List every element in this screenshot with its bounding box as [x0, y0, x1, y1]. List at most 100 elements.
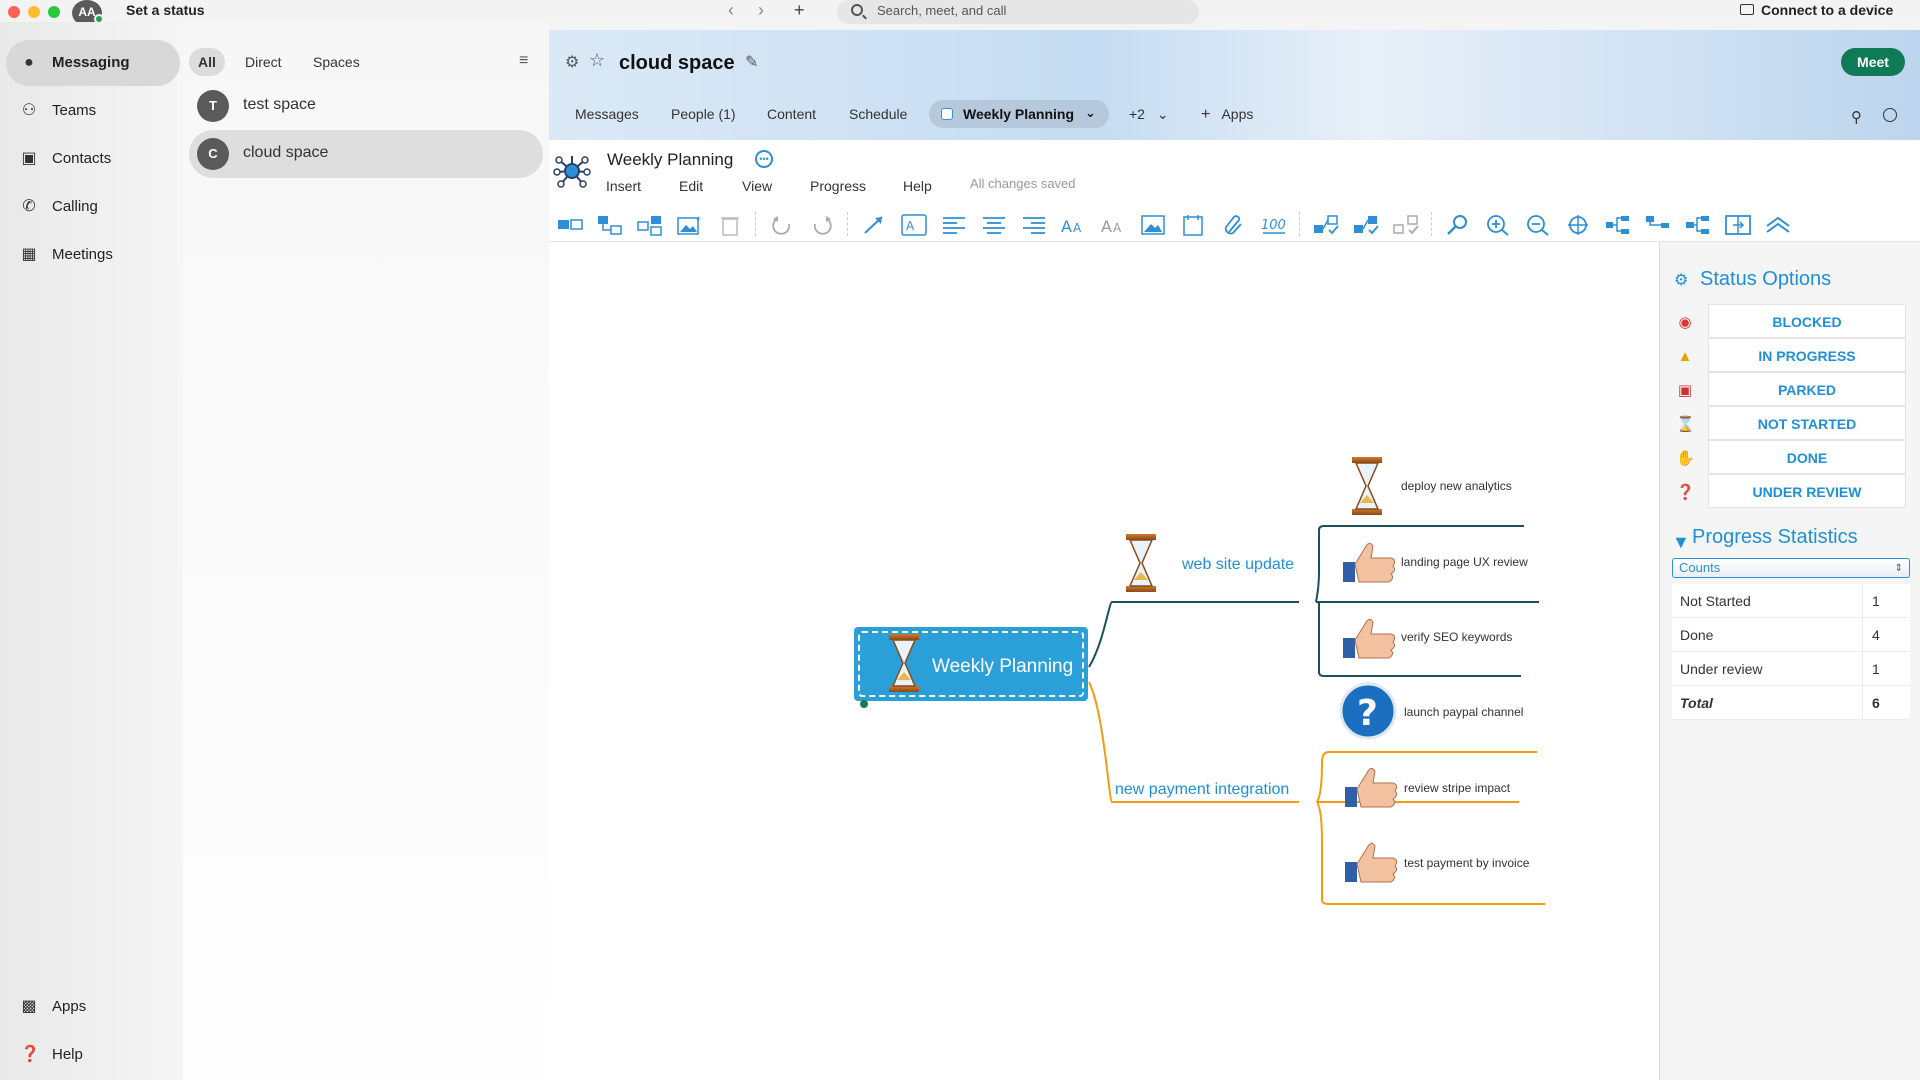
- menu-progress[interactable]: Progress: [810, 178, 866, 194]
- calendar-icon: ▦: [21, 246, 37, 263]
- tab-people[interactable]: People (1): [671, 100, 736, 128]
- question-icon: ?: [1339, 682, 1397, 740]
- task-status-icon[interactable]: [1353, 214, 1379, 236]
- filter-icon[interactable]: ≡: [519, 52, 528, 70]
- collaboration-badge-icon[interactable]: •••: [755, 150, 773, 168]
- zoom-out-icon[interactable]: [1525, 214, 1551, 236]
- search-chat-icon[interactable]: [1883, 108, 1897, 122]
- status-done-button[interactable]: DONE: [1708, 440, 1906, 474]
- nav-item-meetings[interactable]: ▦ Meetings: [6, 232, 180, 278]
- new-plus-icon[interactable]: +: [794, 0, 805, 21]
- stat-row-total: Total 6: [1672, 686, 1910, 720]
- tab-content[interactable]: Content: [767, 100, 816, 128]
- align-center-icon[interactable]: [981, 214, 1007, 236]
- pin-icon[interactable]: ⚲: [1851, 108, 1862, 126]
- help-icon: ❓: [20, 1046, 40, 1063]
- thumbs-up-icon: [1343, 618, 1396, 659]
- connector-icon[interactable]: [861, 214, 887, 236]
- task-assign-icon[interactable]: [1313, 214, 1339, 236]
- status-under-review-button[interactable]: UNDER REVIEW: [1708, 474, 1906, 508]
- star-icon[interactable]: ☆: [589, 50, 605, 71]
- status-in-progress-button[interactable]: IN PROGRESS: [1708, 338, 1906, 372]
- zoom-in-icon[interactable]: [1485, 214, 1511, 236]
- space-item-test[interactable]: T test space: [189, 82, 543, 130]
- maximize-window-button[interactable]: [48, 6, 60, 18]
- mindmap-canvas[interactable]: Weekly Planning web site update new paym…: [549, 242, 1659, 1080]
- link-icon[interactable]: [1221, 214, 1247, 236]
- add-topic-icon[interactable]: [557, 214, 583, 236]
- stat-row: Under review 1: [1672, 652, 1910, 686]
- fit-screen-icon[interactable]: [1725, 214, 1751, 236]
- space-list-panel: All Direct Spaces ≡ T test space C cloud…: [183, 22, 549, 1080]
- center-map-icon[interactable]: [1565, 214, 1591, 236]
- progress-100-icon[interactable]: 100: [1261, 214, 1287, 236]
- status-options-panel: ⚙ Status Options ◉ BLOCKED ▲ IN PROGRESS…: [1659, 242, 1920, 1080]
- redo-icon[interactable]: [809, 214, 835, 236]
- stat-label: Not Started: [1680, 593, 1751, 609]
- search-input[interactable]: Search, meet, and call: [837, 0, 1199, 24]
- svg-text:A: A: [1101, 217, 1112, 236]
- status-options-icon: ⚙: [1674, 272, 1689, 289]
- tab-apps-label: Apps: [1221, 106, 1254, 122]
- forward-arrow-icon[interactable]: ›: [758, 0, 764, 21]
- back-arrow-icon[interactable]: ‹: [728, 0, 734, 21]
- device-icon: [1740, 4, 1754, 15]
- tab-apps[interactable]: + Apps: [1201, 100, 1253, 128]
- background-image-icon[interactable]: [1141, 214, 1167, 236]
- select-arrows-icon: ⇕: [1894, 563, 1903, 574]
- status-parked-button[interactable]: PARKED: [1708, 372, 1906, 406]
- filter-spaces[interactable]: Spaces: [313, 48, 360, 76]
- text-style-icon[interactable]: A: [901, 214, 927, 236]
- layout-right-icon[interactable]: [1685, 214, 1711, 236]
- nav-item-teams[interactable]: ⚇ Teams: [6, 88, 180, 134]
- hourglass-icon: [1352, 457, 1382, 515]
- menu-help[interactable]: Help: [903, 178, 932, 194]
- find-icon[interactable]: [1445, 214, 1471, 236]
- close-window-button[interactable]: [8, 6, 20, 18]
- layout-org-icon[interactable]: [1645, 214, 1671, 236]
- avatar: C: [197, 138, 229, 170]
- filter-direct[interactable]: Direct: [245, 48, 282, 76]
- app-icon: [941, 108, 953, 120]
- menu-insert[interactable]: Insert: [606, 178, 641, 194]
- stat-label: Under review: [1680, 661, 1763, 677]
- meet-button[interactable]: Meet: [1841, 48, 1905, 76]
- gear-icon[interactable]: ⚙: [565, 52, 579, 72]
- add-subtopic-icon[interactable]: [597, 214, 623, 236]
- insert-image-icon[interactable]: +: [677, 214, 703, 236]
- task-clear-icon[interactable]: [1393, 214, 1419, 236]
- nav-item-help[interactable]: ❓ Help: [6, 1032, 180, 1078]
- edit-pencil-icon[interactable]: ✎: [745, 52, 758, 72]
- set-status-link[interactable]: Set a status: [126, 2, 205, 18]
- nav-item-apps[interactable]: ▩ Apps: [6, 984, 180, 1030]
- tab-schedule[interactable]: Schedule: [849, 100, 907, 128]
- nav-item-contacts[interactable]: ▣ Contacts: [6, 136, 180, 182]
- tab-more[interactable]: +2 ⌄: [1129, 100, 1169, 128]
- collapse-up-icon[interactable]: [1765, 214, 1791, 236]
- space-item-cloud[interactable]: C cloud space: [189, 130, 543, 178]
- menu-view[interactable]: View: [742, 178, 772, 194]
- connector-web-site-update: [1088, 601, 1299, 668]
- progress-statistics-title: Progress Statistics: [1692, 526, 1858, 548]
- status-blocked-button[interactable]: BLOCKED: [1708, 304, 1906, 338]
- menu-edit[interactable]: Edit: [679, 178, 703, 194]
- align-right-icon[interactable]: [1021, 214, 1047, 236]
- align-left-icon[interactable]: [941, 214, 967, 236]
- counts-select[interactable]: Counts ⇕: [1672, 558, 1910, 578]
- nav-item-messaging[interactable]: ● Messaging: [6, 40, 180, 86]
- svg-text:A: A: [1113, 221, 1122, 235]
- tab-weekly-planning[interactable]: Weekly Planning ⌄: [929, 100, 1109, 128]
- filter-all[interactable]: All: [189, 48, 225, 76]
- tab-messages[interactable]: Messages: [575, 100, 639, 128]
- minimize-window-button[interactable]: [28, 6, 40, 18]
- add-parent-icon[interactable]: [637, 214, 663, 236]
- font-size-increase-icon[interactable]: AA: [1061, 214, 1087, 236]
- nav-item-calling[interactable]: ✆ Calling: [6, 184, 180, 230]
- notes-icon[interactable]: [1181, 214, 1207, 236]
- layout-tree-icon[interactable]: [1605, 214, 1631, 236]
- status-not-started-button[interactable]: NOT STARTED: [1708, 406, 1906, 440]
- undo-icon[interactable]: [769, 214, 795, 236]
- delete-icon[interactable]: [717, 214, 743, 236]
- font-size-decrease-icon[interactable]: AA: [1101, 214, 1127, 236]
- connect-device-button[interactable]: Connect to a device: [1761, 2, 1893, 18]
